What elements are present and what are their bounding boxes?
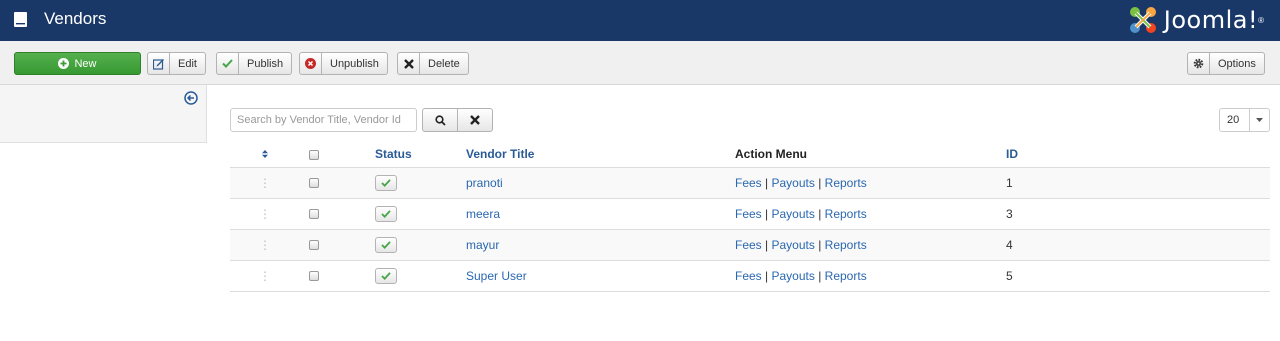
published-toggle[interactable] — [375, 174, 397, 191]
separator: | — [818, 268, 822, 283]
check-icon — [217, 53, 239, 74]
arrow-left-circle-icon[interactable] — [184, 91, 198, 105]
joomla-mark-icon — [1129, 7, 1156, 33]
delete-button[interactable]: Delete — [397, 52, 469, 75]
separator: | — [765, 206, 769, 221]
vendors-table: Status Vendor Title Action Menu ID ⋮ pra… — [230, 141, 1270, 292]
x-icon — [398, 53, 420, 74]
row-checkbox[interactable] — [309, 178, 319, 189]
reports-link[interactable]: Reports — [825, 207, 867, 221]
chevron-down-icon — [1249, 109, 1269, 131]
separator: | — [818, 175, 822, 190]
search-input[interactable] — [230, 108, 417, 132]
registered-mark: ® — [1258, 15, 1264, 25]
check-icon — [381, 178, 391, 187]
vendor-id: 4 — [1006, 228, 1270, 260]
table-row: ⋮ meera Fees | Payouts | Reports 3 — [230, 197, 1270, 229]
search-icon — [434, 114, 446, 126]
page-title: Vendors — [44, 9, 107, 28]
table-row: ⋮ mayur Fees | Payouts | Reports 4 — [230, 228, 1270, 260]
edit-button-label: Edit — [178, 57, 197, 70]
reports-link[interactable]: Reports — [825, 269, 867, 283]
app-header: Vendors Joomla! ® — [0, 0, 1280, 41]
new-button-label: New — [74, 57, 97, 70]
separator: | — [765, 268, 769, 283]
gear-icon — [1188, 53, 1210, 74]
publish-button[interactable]: Publish — [216, 52, 293, 75]
fees-link[interactable]: Fees — [735, 207, 762, 221]
check-all-header — [300, 141, 375, 167]
reports-link[interactable]: Reports — [825, 238, 867, 252]
vendor-id: 1 — [1006, 166, 1270, 198]
vendor-title-link[interactable]: Super User — [466, 269, 527, 283]
separator: | — [765, 237, 769, 252]
published-toggle[interactable] — [375, 205, 397, 222]
book-icon — [14, 12, 27, 27]
vendor-title-link[interactable]: mayur — [466, 238, 499, 252]
payouts-link[interactable]: Payouts — [772, 238, 815, 252]
id-header[interactable]: ID — [1006, 141, 1270, 167]
edit-icon — [148, 53, 170, 74]
sidebar — [0, 85, 207, 143]
separator: | — [765, 175, 769, 190]
vendor-title-link[interactable]: pranoti — [466, 176, 503, 190]
ordering-header[interactable] — [230, 141, 300, 167]
action-menu-header: Action Menu — [735, 146, 807, 161]
delete-button-label: Delete — [428, 57, 460, 70]
payouts-link[interactable]: Payouts — [772, 269, 815, 283]
fees-link[interactable]: Fees — [735, 238, 762, 252]
row-checkbox[interactable] — [309, 209, 319, 220]
vendor-id: 3 — [1006, 197, 1270, 229]
row-checkbox[interactable] — [309, 240, 319, 251]
joomla-logo[interactable]: Joomla! ® — [1128, 5, 1264, 35]
published-toggle[interactable] — [375, 236, 397, 253]
published-toggle[interactable] — [375, 267, 397, 284]
table-header-row: Status Vendor Title Action Menu ID — [230, 141, 1270, 167]
list-limit-value: 20 — [1227, 114, 1240, 126]
unpublish-button[interactable]: Unpublish — [299, 52, 388, 75]
search-button[interactable] — [422, 108, 458, 132]
toolbar: New Edit Publish Unpublish Delete Option… — [0, 41, 1280, 85]
unpublish-button-label: Unpublish — [330, 57, 379, 70]
payouts-link[interactable]: Payouts — [772, 176, 815, 190]
fees-link[interactable]: Fees — [735, 176, 762, 190]
options-button[interactable]: Options — [1187, 52, 1265, 75]
x-circle-icon — [300, 53, 322, 74]
table-row: ⋮ pranoti Fees | Payouts | Reports 1 — [230, 166, 1270, 198]
drag-handle-icon[interactable]: ⋮ — [259, 176, 271, 190]
new-button[interactable]: New — [14, 52, 141, 75]
check-icon — [381, 209, 391, 218]
x-icon — [470, 115, 480, 125]
check-icon — [381, 271, 391, 280]
separator: | — [818, 237, 822, 252]
reports-link[interactable]: Reports — [825, 176, 867, 190]
publish-button-label: Publish — [247, 57, 284, 70]
vendor-title-link[interactable]: meera — [466, 207, 500, 221]
joomla-wordmark: Joomla! — [1163, 6, 1259, 34]
vendor-id: 5 — [1006, 259, 1270, 292]
payouts-link[interactable]: Payouts — [772, 207, 815, 221]
table-row: ⋮ Super User Fees | Payouts | Reports 5 — [230, 259, 1270, 292]
fees-link[interactable]: Fees — [735, 269, 762, 283]
check-all-checkbox[interactable] — [309, 149, 319, 160]
options-button-label: Options — [1218, 57, 1256, 70]
status-header[interactable]: Status — [375, 141, 466, 167]
plus-circle-icon — [58, 53, 70, 74]
drag-handle-icon[interactable]: ⋮ — [259, 269, 271, 283]
drag-handle-icon[interactable]: ⋮ — [259, 238, 271, 252]
row-checkbox[interactable] — [309, 271, 319, 282]
separator: | — [818, 206, 822, 221]
drag-handle-icon[interactable]: ⋮ — [259, 207, 271, 221]
check-icon — [381, 240, 391, 249]
clear-search-button[interactable] — [457, 108, 493, 132]
sort-icon — [262, 149, 268, 158]
vendor-title-header[interactable]: Vendor Title — [466, 141, 735, 167]
list-limit-select[interactable]: 20 — [1219, 108, 1270, 132]
edit-button[interactable]: Edit — [147, 52, 206, 75]
